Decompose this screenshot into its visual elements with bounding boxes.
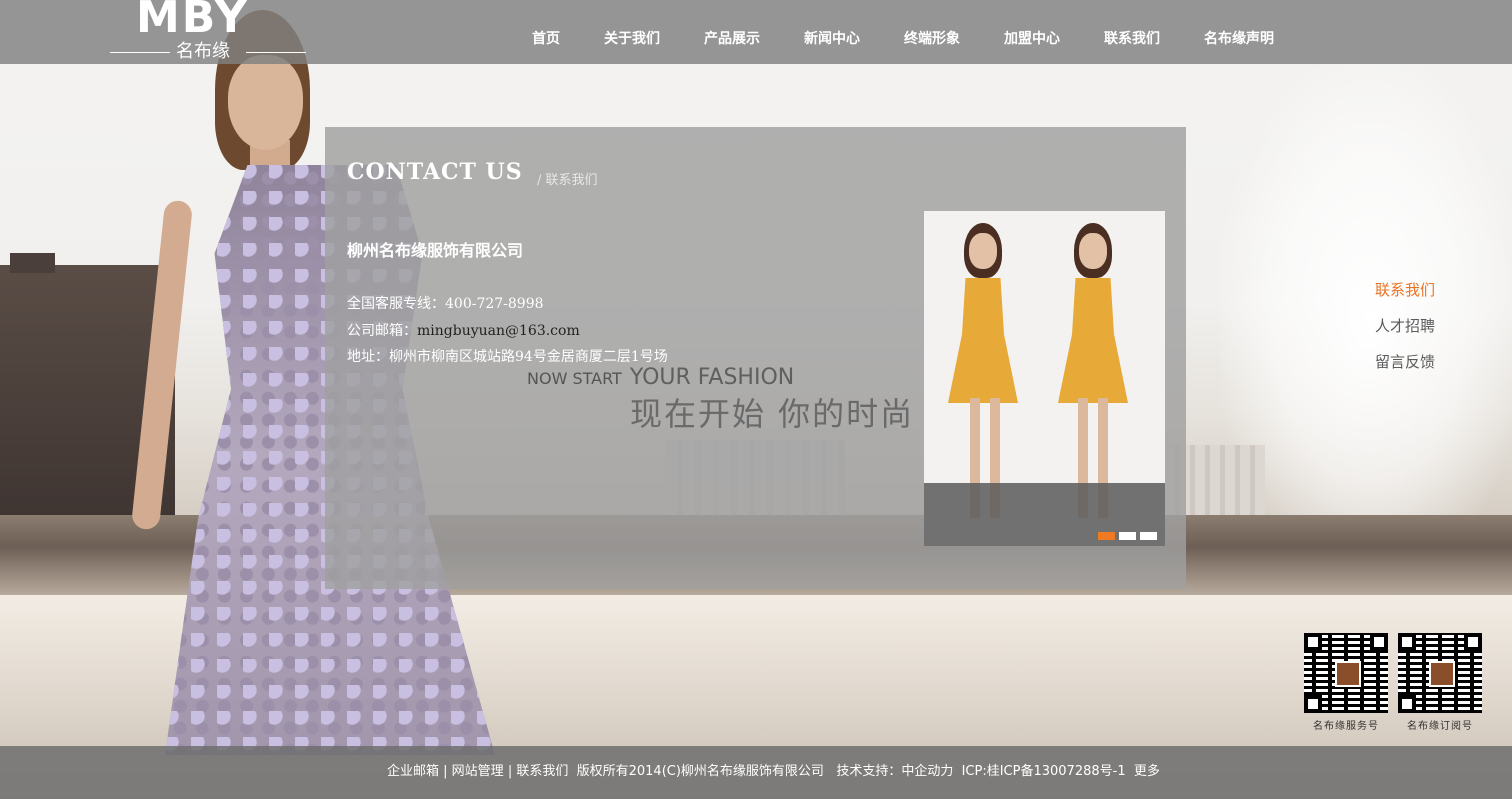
slide-model-2-dress bbox=[1058, 278, 1128, 403]
nav-contact[interactable]: 联系我们 bbox=[1082, 24, 1182, 54]
footer-text: 企业邮箱 | 网站管理 | 联系我们 版权所有2014(C)柳州名布缘服饰有限公… bbox=[387, 760, 1160, 779]
top-header: MBY 名布缘 首页 关于我们 产品展示 新闻中心 终端形象 加盟中心 联系我们… bbox=[0, 0, 1512, 64]
qr-subscribe: 名布缘订阅号 bbox=[1398, 633, 1482, 732]
qr-service: 名布缘服务号 bbox=[1304, 633, 1388, 732]
footer-separator: | bbox=[503, 764, 517, 779]
email-address[interactable]: mingbuyuan@163.com bbox=[417, 323, 580, 339]
slogan-now-start: NOW START bbox=[527, 369, 622, 388]
qr-code-subscribe-icon bbox=[1398, 633, 1482, 713]
nav-news[interactable]: 新闻中心 bbox=[782, 24, 882, 54]
side-menu: 联系我们 人才招聘 留言反馈 bbox=[1375, 272, 1435, 380]
side-item-recruitment[interactable]: 人才招聘 bbox=[1375, 308, 1435, 344]
slider-dot-2[interactable] bbox=[1119, 532, 1136, 540]
footer: 企业邮箱 | 网站管理 | 联系我们 版权所有2014(C)柳州名布缘服饰有限公… bbox=[0, 746, 1512, 799]
model-arm bbox=[130, 199, 194, 531]
company-name: 柳州名布缘服饰有限公司 bbox=[347, 241, 524, 260]
email-line: 公司邮箱：mingbuyuan@163.com bbox=[347, 320, 580, 340]
logo-mark: MBY bbox=[136, 0, 249, 43]
nav-franchise[interactable]: 加盟中心 bbox=[982, 24, 1082, 54]
qr-finder-1 bbox=[1304, 633, 1322, 651]
nav-store-image[interactable]: 终端形象 bbox=[882, 24, 982, 54]
side-item-contact[interactable]: 联系我们 bbox=[1375, 272, 1435, 308]
phone-line: 全国客服专线：400-727-8998 bbox=[347, 293, 544, 313]
slide-model-1 bbox=[942, 223, 1022, 523]
nav-home[interactable]: 首页 bbox=[512, 24, 582, 54]
slogan-english: NOW START YOUR FASHION bbox=[527, 365, 794, 390]
slider-dot-1[interactable] bbox=[1098, 532, 1115, 540]
contact-subtitle: / 联系我们 bbox=[537, 173, 598, 188]
qr-finder-3 bbox=[1398, 695, 1416, 713]
qr-logo bbox=[1335, 661, 1361, 687]
main-nav: 首页 关于我们 产品展示 新闻中心 终端形象 加盟中心 联系我们 名布缘声明 bbox=[512, 24, 1296, 54]
footer-copyright: 版权所有2014(C)柳州名布缘服饰有限公司 技术支持：中企动力 ICP:桂IC… bbox=[568, 764, 1134, 779]
footer-separator: | bbox=[439, 764, 452, 779]
qr-code-service-icon bbox=[1304, 633, 1388, 713]
email-label: 公司邮箱： bbox=[347, 323, 417, 339]
footer-admin-link[interactable]: 网站管理 bbox=[452, 764, 504, 779]
logo-line-left bbox=[110, 52, 170, 53]
slide-model-2-face bbox=[1079, 233, 1107, 269]
slider-dot-3[interactable] bbox=[1140, 532, 1157, 540]
logo-name: 名布缘 bbox=[176, 41, 230, 62]
nav-about[interactable]: 关于我们 bbox=[582, 24, 682, 54]
site-logo[interactable]: MBY 名布缘 bbox=[108, 0, 308, 64]
qr-finder-1 bbox=[1398, 633, 1416, 651]
contact-title: CONTACT US bbox=[347, 159, 523, 185]
phone-label: 全国客服专线： bbox=[347, 296, 445, 312]
slide-model-2 bbox=[1052, 223, 1132, 523]
side-item-feedback[interactable]: 留言反馈 bbox=[1375, 344, 1435, 380]
model-face bbox=[228, 55, 303, 150]
product-slider[interactable] bbox=[924, 211, 1165, 546]
nav-products[interactable]: 产品展示 bbox=[682, 24, 782, 54]
contact-panel: CONTACT US / 联系我们 柳州名布缘服饰有限公司 全国客服专线：400… bbox=[325, 127, 1186, 589]
address-value: 柳州市柳南区城站路94号金居商厦二层1号场 bbox=[389, 349, 668, 365]
phone-number: 400-727-8998 bbox=[445, 296, 544, 312]
slide-model-1-dress bbox=[948, 278, 1018, 403]
nav-statement[interactable]: 名布缘声明 bbox=[1182, 24, 1296, 54]
qr-finder-2 bbox=[1464, 633, 1482, 651]
slide-model-1-face bbox=[969, 233, 997, 269]
logo-line-right bbox=[246, 52, 306, 53]
footer-contact-link[interactable]: 联系我们 bbox=[516, 764, 568, 779]
slogan-your-fashion: YOUR FASHION bbox=[629, 365, 795, 390]
address-label: 地址： bbox=[347, 349, 389, 365]
address-line: 地址：柳州市柳南区城站路94号金居商厦二层1号场 bbox=[347, 346, 668, 366]
slider-pagination bbox=[1098, 532, 1157, 540]
qr-service-label: 名布缘服务号 bbox=[1313, 721, 1379, 732]
qr-finder-2 bbox=[1370, 633, 1388, 651]
slider-caption-bar bbox=[924, 483, 1165, 546]
footer-email-link[interactable]: 企业邮箱 bbox=[387, 764, 439, 779]
slogan-chinese: 现在开始 你的时尚 bbox=[630, 395, 915, 433]
qr-finder-3 bbox=[1304, 695, 1322, 713]
qr-subscribe-label: 名布缘订阅号 bbox=[1407, 721, 1473, 732]
footer-more-link[interactable]: 更多 bbox=[1134, 764, 1160, 779]
qr-logo bbox=[1429, 661, 1455, 687]
